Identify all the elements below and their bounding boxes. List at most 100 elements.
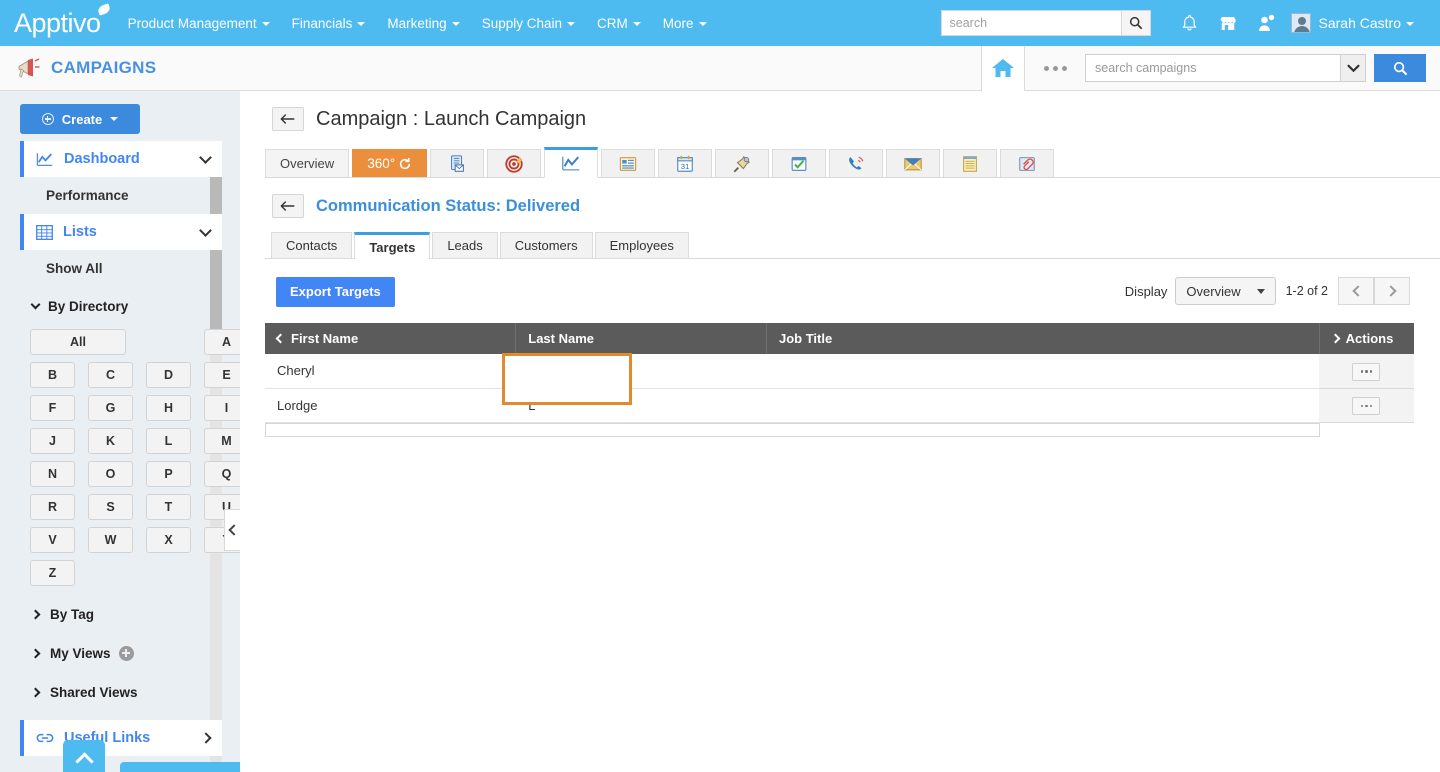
- back-button[interactable]: [272, 107, 304, 131]
- nav-item-marketing[interactable]: Marketing: [376, 0, 470, 46]
- alpha-button-o[interactable]: O: [88, 461, 133, 487]
- store-button[interactable]: [1209, 0, 1247, 46]
- alpha-button-n[interactable]: N: [30, 461, 75, 487]
- export-targets-button[interactable]: Export Targets: [276, 277, 395, 307]
- row-actions-button[interactable]: [1352, 363, 1380, 381]
- status-back-button[interactable]: [272, 194, 304, 218]
- subtab-leads[interactable]: Leads: [432, 232, 497, 258]
- tab-documents[interactable]: [430, 149, 484, 177]
- table-horizontal-scrollbar[interactable]: [265, 423, 1320, 437]
- row-actions-button[interactable]: [1352, 397, 1380, 415]
- tab-news[interactable]: [601, 149, 655, 177]
- tab-label: Overview: [280, 156, 334, 171]
- alpha-button-m[interactable]: M: [204, 428, 240, 454]
- sidebar-item-useful-links[interactable]: Useful Links: [20, 720, 222, 756]
- sidebar-group-my-views[interactable]: My Views: [0, 639, 240, 667]
- column-header-actions[interactable]: Actions: [1319, 323, 1413, 354]
- sidebar-group-by-directory[interactable]: By Directory: [0, 292, 240, 320]
- tab-pin[interactable]: [715, 149, 769, 177]
- display-view-select[interactable]: Overview: [1175, 277, 1275, 305]
- add-user-button[interactable]: [1247, 0, 1285, 46]
- sidebar-item-performance[interactable]: Performance: [0, 177, 240, 214]
- subtab-label: Leads: [447, 238, 482, 253]
- campaign-search-dropdown[interactable]: [1340, 54, 1366, 82]
- sidebar-group-shared-views[interactable]: Shared Views: [0, 678, 240, 706]
- tab-targets[interactable]: [487, 149, 541, 177]
- subtab-employees[interactable]: Employees: [595, 232, 689, 258]
- subtab-customers[interactable]: Customers: [500, 232, 593, 258]
- alpha-button-w[interactable]: W: [88, 527, 133, 553]
- alpha-button-t[interactable]: T: [146, 494, 191, 520]
- table-row[interactable]: Cheryl Blossom: [265, 354, 1414, 388]
- alpha-button-x[interactable]: X: [146, 527, 191, 553]
- table-row[interactable]: Lordge L: [265, 388, 1414, 422]
- nav-item-supply-chain[interactable]: Supply Chain: [471, 0, 586, 46]
- more-options-button[interactable]: [1025, 46, 1085, 91]
- tab-attachments[interactable]: [1000, 149, 1054, 177]
- tab-emails[interactable]: [886, 149, 940, 177]
- column-header-last-name[interactable]: Last Name: [516, 323, 767, 354]
- notifications-button[interactable]: [1171, 0, 1209, 46]
- alpha-label: W: [105, 533, 117, 547]
- sidebar-item-dashboard[interactable]: Dashboard: [20, 141, 222, 177]
- nav-item-more[interactable]: More: [652, 0, 718, 46]
- alpha-button-a[interactable]: A: [204, 329, 240, 355]
- alpha-button-all[interactable]: All: [30, 329, 126, 355]
- global-search-button[interactable]: [1121, 10, 1151, 36]
- alpha-button-e[interactable]: E: [204, 362, 240, 388]
- alpha-button-r[interactable]: R: [30, 494, 75, 520]
- search-icon: [1129, 16, 1143, 30]
- alpha-button-b[interactable]: B: [30, 362, 75, 388]
- cell-last-name: L: [516, 388, 767, 422]
- previous-page-button[interactable]: [1338, 277, 1374, 305]
- sidebar-group-by-tag[interactable]: By Tag: [0, 600, 240, 628]
- page-title: Campaign : Launch Campaign: [316, 108, 586, 131]
- add-view-icon[interactable]: [119, 646, 134, 661]
- global-search-input[interactable]: [941, 10, 1121, 36]
- alpha-button-c[interactable]: C: [88, 362, 133, 388]
- home-button[interactable]: [981, 46, 1025, 91]
- nav-item-financials[interactable]: Financials: [281, 0, 377, 46]
- alpha-button-d[interactable]: D: [146, 362, 191, 388]
- alpha-button-z[interactable]: Z: [30, 560, 75, 586]
- user-menu[interactable]: Sarah Castro: [1291, 0, 1418, 46]
- campaign-search-button[interactable]: [1374, 54, 1426, 82]
- alpha-button-g[interactable]: G: [88, 395, 133, 421]
- tab-calendar[interactable]: 31: [658, 149, 712, 177]
- scroll-to-top-button[interactable]: [63, 740, 105, 772]
- subtab-targets[interactable]: Targets: [354, 232, 430, 259]
- alpha-button-f[interactable]: F: [30, 395, 75, 421]
- next-page-button[interactable]: [1374, 277, 1410, 305]
- alpha-button-h[interactable]: H: [146, 395, 191, 421]
- nav-item-product-management[interactable]: Product Management: [117, 0, 281, 46]
- tab-analytics[interactable]: [544, 147, 598, 178]
- alpha-button-l[interactable]: L: [146, 428, 191, 454]
- sidebar-item-lists[interactable]: Lists: [20, 214, 222, 250]
- alpha-button-i[interactable]: I: [204, 395, 240, 421]
- alpha-button-v[interactable]: V: [30, 527, 75, 553]
- tab-calls[interactable]: [829, 149, 883, 177]
- campaign-search-input[interactable]: [1085, 54, 1340, 82]
- tab-overview[interactable]: Overview: [265, 149, 349, 177]
- create-button[interactable]: Create: [20, 104, 140, 134]
- column-header-first-name[interactable]: First Name: [265, 323, 516, 354]
- column-label: Last Name: [528, 331, 594, 346]
- alpha-button-j[interactable]: J: [30, 428, 75, 454]
- alpha-button-s[interactable]: S: [88, 494, 133, 520]
- alpha-button-p[interactable]: P: [146, 461, 191, 487]
- alpha-button-q[interactable]: Q: [204, 461, 240, 487]
- tab-360[interactable]: 360°: [352, 149, 427, 177]
- apptivo-logo[interactable]: Apptivo: [0, 0, 117, 46]
- sidebar-item-show-all[interactable]: Show All: [0, 250, 240, 287]
- column-header-job-title[interactable]: Job Title: [767, 323, 1320, 354]
- sidebar: Create Dashboard Performance: [0, 91, 240, 772]
- nav-item-crm[interactable]: CRM: [586, 0, 652, 46]
- alpha-button-k[interactable]: K: [88, 428, 133, 454]
- tab-tasks[interactable]: [772, 149, 826, 177]
- subtab-contacts[interactable]: Contacts: [271, 232, 352, 258]
- plus-circle-icon: [42, 113, 54, 125]
- sidebar-collapse-button[interactable]: [224, 509, 240, 551]
- chevron-down-icon: [110, 117, 118, 121]
- ellipsis-icon: [1361, 405, 1364, 408]
- tab-notes[interactable]: [943, 149, 997, 177]
